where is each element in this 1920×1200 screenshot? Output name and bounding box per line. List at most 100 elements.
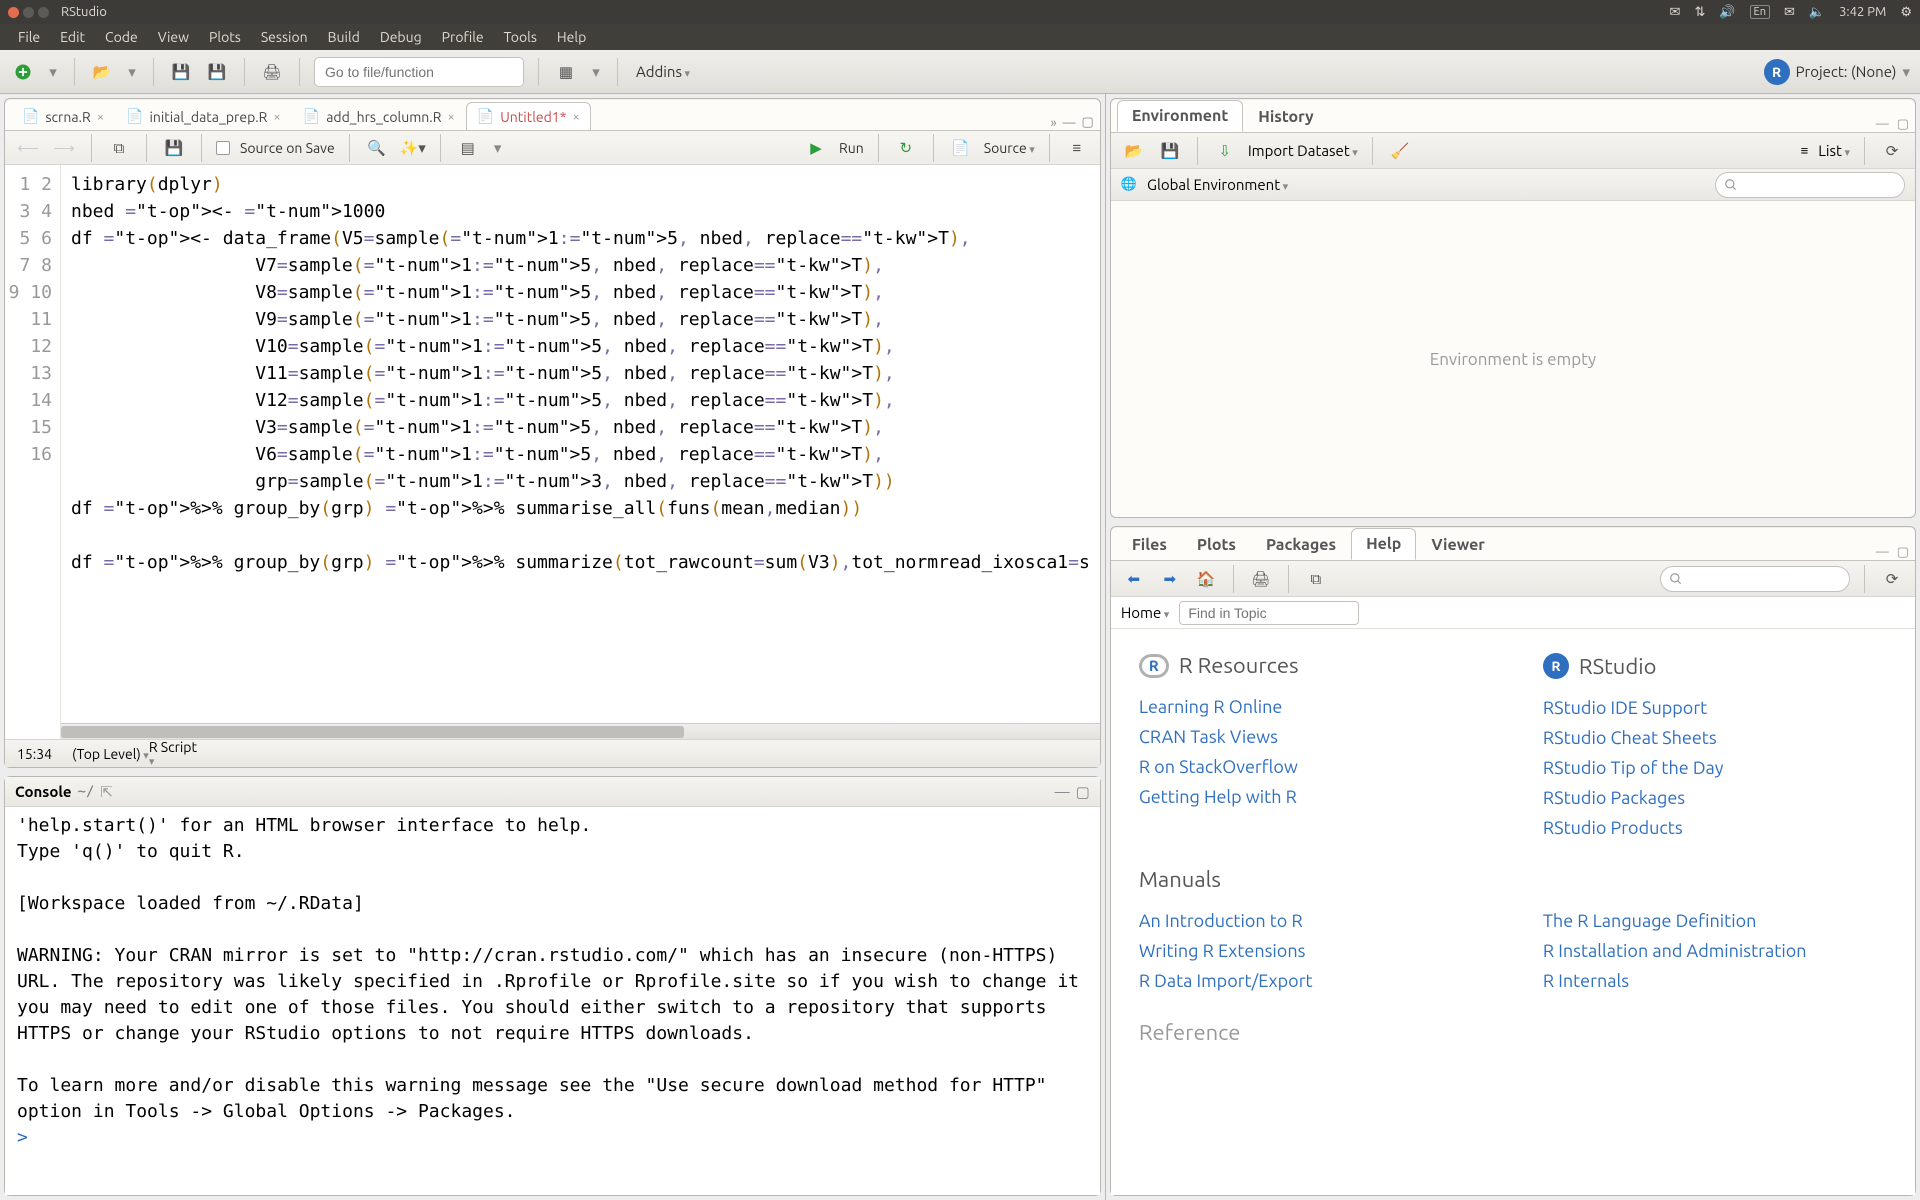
gear-icon[interactable]: ⚙	[1900, 5, 1912, 20]
refresh-help-button[interactable]: ⟳	[1879, 566, 1905, 592]
menu-build[interactable]: Build	[318, 29, 370, 45]
help-link[interactable]: RStudio IDE Support	[1543, 693, 1887, 723]
grid-button[interactable]: ▦	[553, 59, 579, 85]
lang-indicator[interactable]: En	[1750, 5, 1770, 19]
new-file-button[interactable]	[10, 59, 36, 85]
minimize-pane-icon[interactable]: —	[1063, 116, 1076, 130]
maximize-pane-icon[interactable]: ▢	[1082, 115, 1094, 130]
tab-plots[interactable]: Plots	[1182, 529, 1251, 560]
notebook-button[interactable]: ▤	[455, 135, 481, 161]
horizontal-scrollbar[interactable]	[61, 723, 1100, 739]
clear-workspace-button[interactable]: 🧹	[1387, 138, 1413, 164]
close-icon[interactable]	[8, 7, 19, 18]
minimize-pane-icon[interactable]: —	[1876, 117, 1889, 132]
menu-plots[interactable]: Plots	[199, 29, 251, 45]
help-link[interactable]: Learning R Online	[1139, 692, 1483, 722]
home-dropdown[interactable]: Home	[1121, 604, 1170, 621]
maximize-pane-icon[interactable]: ▢	[1076, 783, 1090, 801]
popout-help-button[interactable]: ⧉	[1303, 566, 1329, 592]
network-icon[interactable]: ⇅	[1694, 5, 1705, 20]
addins-dropdown[interactable]: Addins	[632, 59, 694, 84]
find-button[interactable]: 🔍	[364, 135, 390, 161]
tab-initial-data-prep[interactable]: 📄initial_data_prep.R×	[115, 102, 292, 130]
outline-button[interactable]: ≡	[1064, 135, 1090, 161]
tab-add-hrs-column[interactable]: 📄add_hrs_column.R×	[292, 102, 466, 130]
help-link[interactable]: Getting Help with R	[1139, 782, 1483, 812]
menu-debug[interactable]: Debug	[370, 29, 432, 45]
tab-environment[interactable]: Environment	[1117, 100, 1243, 132]
help-link[interactable]: CRAN Task Views	[1139, 722, 1483, 752]
refresh-button[interactable]: ⟳	[1879, 138, 1905, 164]
clock[interactable]: 3:42 PM	[1839, 5, 1886, 19]
help-link[interactable]: R Data Import/Export	[1139, 966, 1483, 996]
run-button[interactable]: ▶	[803, 135, 829, 161]
tab-scrna[interactable]: 📄scrna.R×	[11, 102, 115, 130]
tab-files[interactable]: Files	[1117, 529, 1182, 560]
menu-profile[interactable]: Profile	[432, 29, 494, 45]
maximize-pane-icon[interactable]: ▢	[1897, 545, 1909, 560]
menu-session[interactable]: Session	[251, 29, 318, 45]
minimize-pane-icon[interactable]: —	[1055, 783, 1070, 801]
minimize-pane-icon[interactable]: —	[1876, 545, 1889, 560]
rerun-button[interactable]: ↻	[893, 135, 919, 161]
menu-help[interactable]: Help	[547, 29, 596, 45]
maximize-icon[interactable]	[38, 7, 49, 18]
close-icon[interactable]: ×	[447, 110, 454, 124]
help-link[interactable]: R on StackOverflow	[1139, 752, 1483, 782]
help-link[interactable]: R Installation and Administration	[1543, 936, 1887, 966]
save-workspace-button[interactable]: 💾	[1157, 138, 1183, 164]
console-popout-icon[interactable]: ⇱	[100, 783, 113, 801]
close-icon[interactable]: ×	[572, 110, 579, 124]
console-output[interactable]: 'help.start()' for an HTML browser inter…	[5, 807, 1100, 1195]
forward-button[interactable]: ⟶	[51, 135, 77, 161]
environment-scope-dropdown[interactable]: Global Environment	[1147, 176, 1288, 193]
help-link[interactable]: RStudio Cheat Sheets	[1543, 723, 1887, 753]
environment-search-input[interactable]	[1715, 172, 1905, 198]
menu-edit[interactable]: Edit	[50, 29, 95, 45]
menu-file[interactable]: File	[8, 29, 50, 45]
print-help-button[interactable]: 🖨	[1248, 566, 1274, 592]
source-on-save-checkbox[interactable]	[216, 141, 230, 155]
help-link[interactable]: The R Language Definition	[1543, 906, 1887, 936]
load-workspace-button[interactable]: 📂	[1121, 138, 1147, 164]
help-link[interactable]: RStudio Products	[1543, 813, 1887, 843]
minimize-icon[interactable]	[23, 7, 34, 18]
help-link[interactable]: RStudio Packages	[1543, 783, 1887, 813]
tab-untitled[interactable]: 📄Untitled1*×	[466, 102, 591, 130]
code-editor[interactable]: 1 2 3 4 5 6 7 8 9 10 11 12 13 14 15 16 l…	[5, 165, 1100, 739]
home-button[interactable]: 🏠	[1193, 566, 1219, 592]
import-dataset-icon[interactable]: ⇩	[1212, 138, 1238, 164]
help-link[interactable]: R Internals	[1543, 966, 1887, 996]
sound-icon[interactable]: 🔊	[1719, 5, 1735, 20]
volume-icon[interactable]: 🔈	[1809, 5, 1825, 20]
open-file-button[interactable]: 📂	[89, 59, 115, 85]
more-tabs-icon[interactable]: »	[1050, 116, 1056, 130]
save-button[interactable]: 💾	[161, 135, 187, 161]
help-search-input[interactable]	[1660, 566, 1850, 592]
scope-dropdown[interactable]: (Top Level)	[72, 746, 149, 762]
show-in-new-window-button[interactable]: ⧉	[106, 135, 132, 161]
file-type-dropdown[interactable]: R Script	[149, 739, 1088, 768]
notebook-dropdown[interactable]: ▾	[491, 135, 505, 161]
close-icon[interactable]: ×	[97, 110, 104, 124]
menu-code[interactable]: Code	[95, 29, 148, 45]
goto-file-input[interactable]	[314, 57, 524, 87]
find-in-topic-input[interactable]	[1179, 601, 1359, 625]
help-link[interactable]: An Introduction to R	[1139, 906, 1483, 936]
view-mode-dropdown[interactable]: List	[1818, 142, 1850, 159]
maximize-pane-icon[interactable]: ▢	[1897, 117, 1909, 132]
tab-packages[interactable]: Packages	[1251, 529, 1351, 560]
grid-dropdown[interactable]: ▾	[589, 59, 603, 85]
tab-help[interactable]: Help	[1351, 528, 1416, 560]
tab-viewer[interactable]: Viewer	[1416, 529, 1500, 560]
run-label[interactable]: Run	[839, 140, 864, 156]
import-dataset-dropdown[interactable]: Import Dataset	[1248, 142, 1358, 159]
code-area[interactable]: library(dplyr) nbed ="t-op"><- ="t-num">…	[61, 165, 1100, 739]
tab-history[interactable]: History	[1243, 101, 1328, 132]
help-back-button[interactable]: ⬅	[1121, 566, 1147, 592]
help-link[interactable]: Writing R Extensions	[1139, 936, 1483, 966]
open-recent-dropdown[interactable]: ▾	[125, 59, 139, 85]
help-link[interactable]: RStudio Tip of the Day	[1543, 753, 1887, 783]
mail-icon[interactable]: ✉	[1784, 5, 1795, 20]
new-file-dropdown[interactable]: ▾	[46, 59, 60, 85]
